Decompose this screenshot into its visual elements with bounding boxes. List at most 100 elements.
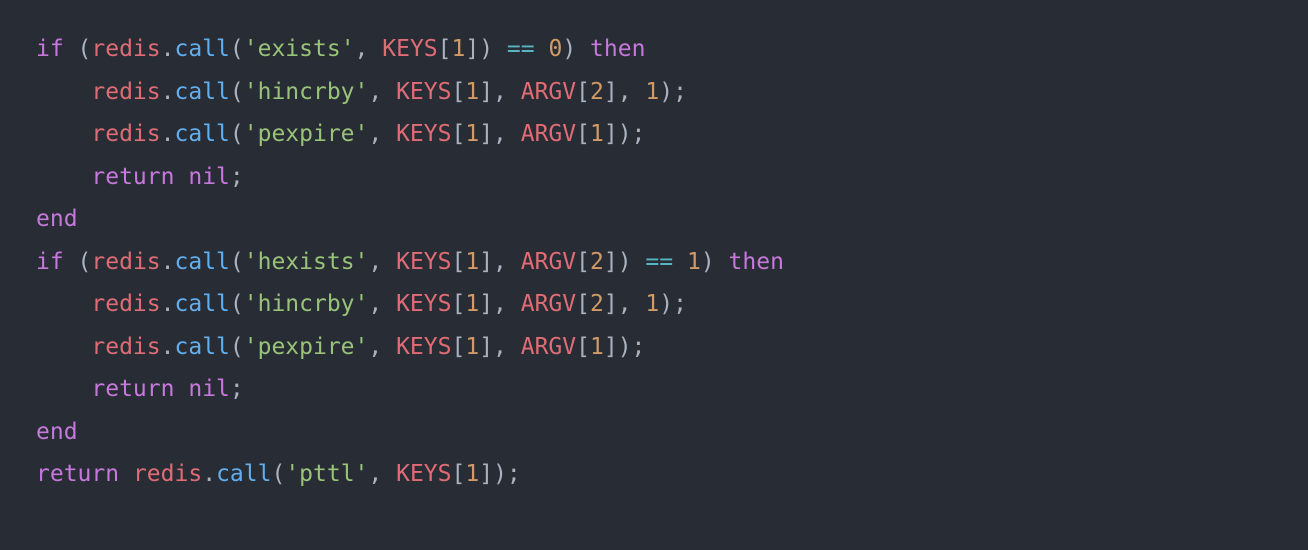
token-fn: call (175, 79, 230, 105)
token-str: 'pttl' (285, 461, 368, 487)
token-punc: , (368, 334, 396, 360)
token-punc: . (161, 291, 175, 317)
token-punc: ], (479, 291, 521, 317)
token-id: redis (91, 249, 160, 275)
token-punc: . (161, 121, 175, 147)
token-id: KEYS (396, 79, 451, 105)
token-num: 1 (590, 334, 604, 360)
token-id: redis (91, 36, 160, 62)
token-kw: end (36, 206, 78, 232)
token-punc (36, 334, 91, 360)
token-punc: ( (64, 249, 92, 275)
token-punc (673, 249, 687, 275)
token-fn: call (175, 334, 230, 360)
token-punc: ); (659, 79, 687, 105)
token-id: ARGV (521, 79, 576, 105)
token-op: == (507, 36, 535, 62)
token-num: 1 (465, 249, 479, 275)
token-str: 'pexpire' (244, 334, 369, 360)
token-punc (36, 121, 91, 147)
token-str: 'exists' (244, 36, 355, 62)
token-punc (36, 79, 91, 105)
token-id: KEYS (396, 461, 451, 487)
token-punc: ]) (465, 36, 507, 62)
token-id: ARGV (521, 291, 576, 317)
token-punc: ( (230, 291, 244, 317)
token-punc: ], (479, 121, 521, 147)
token-id: ARGV (521, 249, 576, 275)
token-id: KEYS (396, 249, 451, 275)
token-num: 1 (465, 334, 479, 360)
token-punc: , (368, 121, 396, 147)
token-num: 2 (590, 291, 604, 317)
token-punc: ], (479, 334, 521, 360)
token-id: KEYS (396, 121, 451, 147)
token-punc: , (368, 249, 396, 275)
token-num: 1 (465, 291, 479, 317)
token-str: 'hincrby' (244, 79, 369, 105)
token-punc: ], (479, 249, 521, 275)
token-punc: ]); (604, 121, 646, 147)
token-op: == (645, 249, 673, 275)
token-punc: [ (576, 79, 590, 105)
token-kw: return (36, 461, 119, 487)
token-punc: . (161, 334, 175, 360)
token-punc: [ (451, 249, 465, 275)
token-punc: ]); (604, 334, 646, 360)
token-punc: [ (438, 36, 452, 62)
token-punc: [ (451, 291, 465, 317)
token-punc: ( (64, 36, 92, 62)
token-punc: ); (659, 291, 687, 317)
token-punc (36, 291, 91, 317)
token-punc (119, 461, 133, 487)
token-punc: ], (604, 79, 646, 105)
token-punc: [ (576, 334, 590, 360)
token-punc (174, 376, 188, 402)
token-punc: ( (230, 79, 244, 105)
token-id: redis (91, 334, 160, 360)
token-punc: , (368, 291, 396, 317)
token-punc: ) (701, 249, 729, 275)
token-punc: ( (230, 249, 244, 275)
token-punc: . (202, 461, 216, 487)
token-num: 1 (465, 461, 479, 487)
token-punc: ; (230, 376, 244, 402)
token-punc: ], (479, 79, 521, 105)
token-fn: call (175, 36, 230, 62)
token-punc (36, 376, 91, 402)
token-punc: ]); (479, 461, 521, 487)
token-num: 0 (548, 36, 562, 62)
token-punc: [ (451, 121, 465, 147)
token-punc: [ (576, 249, 590, 275)
token-punc (174, 164, 188, 190)
token-kw: then (729, 249, 784, 275)
token-str: 'hincrby' (244, 291, 369, 317)
token-fn: call (175, 249, 230, 275)
token-num: 1 (590, 121, 604, 147)
token-num: 1 (645, 79, 659, 105)
token-punc: [ (451, 79, 465, 105)
token-num: 1 (687, 249, 701, 275)
token-punc: , (368, 79, 396, 105)
token-id: redis (91, 291, 160, 317)
token-id: redis (91, 121, 160, 147)
token-kw: nil (188, 376, 230, 402)
code-content: if (redis.call('exists', KEYS[1]) == 0) … (36, 36, 784, 487)
token-str: 'pexpire' (244, 121, 369, 147)
token-id: KEYS (396, 291, 451, 317)
token-fn: call (175, 121, 230, 147)
token-id: redis (91, 79, 160, 105)
token-kw: if (36, 36, 64, 62)
token-num: 2 (590, 249, 604, 275)
token-num: 1 (465, 79, 479, 105)
token-id: ARGV (521, 121, 576, 147)
code-block[interactable]: if (redis.call('exists', KEYS[1]) == 0) … (0, 0, 1308, 524)
token-kw: return (91, 376, 174, 402)
token-punc: [ (576, 121, 590, 147)
token-punc: , (368, 461, 396, 487)
token-fn: call (175, 291, 230, 317)
token-punc: ; (230, 164, 244, 190)
token-num: 1 (645, 291, 659, 317)
token-punc: ( (271, 461, 285, 487)
token-punc: ( (230, 121, 244, 147)
